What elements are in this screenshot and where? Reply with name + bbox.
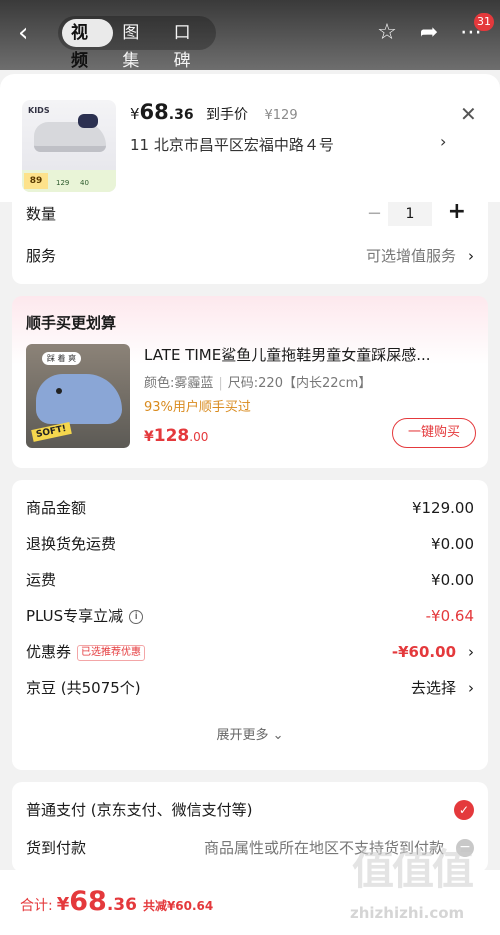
delivery-address[interactable]: 11 北京市昌平区宏福中路４号 <box>130 134 460 155</box>
top-bar: ‹ 视频 图集 口碑 ☆ ➦ ⋯ 31 <box>0 0 500 71</box>
thumb-value-2: 40 <box>80 179 89 187</box>
total-label: 合计: <box>20 898 53 914</box>
sheet-header: KIDS 89 129 40 ¥68.36 到手价 ¥129 11 北京市昌平区… <box>0 74 500 202</box>
slipper-shape <box>36 374 122 424</box>
original-price: ¥129 <box>264 108 298 123</box>
combo-price-symbol: ¥ <box>144 429 154 445</box>
service-value: 可选增值服务 <box>365 247 456 265</box>
chevron-right-icon[interactable]: › <box>440 132 446 151</box>
plus-label: PLUS专享立减 i <box>26 604 144 628</box>
expand-more-button[interactable]: 展开更多 ⌄ <box>12 724 488 743</box>
plus-icon[interactable]: + <box>448 200 466 224</box>
watermark-logo: 值值值 <box>352 845 474 894</box>
spec-separator: | <box>218 376 223 391</box>
cod-label: 货到付款 <box>26 839 87 857</box>
media-tabs: 视频 图集 口碑 <box>58 16 216 71</box>
thumb-score: 89 <box>24 173 48 189</box>
payment-normal-label: 普通支付 (京东支付、微信支付等) <box>26 801 253 819</box>
combo-spec: 颜色:雾霾蓝 | 尺码:220【内长22cm】 <box>144 372 371 391</box>
jingdou-value: 去选择 <box>410 679 456 697</box>
summary-value: ¥0.00 <box>431 535 474 553</box>
coupon-value: -¥60.00 <box>391 643 456 661</box>
tab-video[interactable]: 视频 <box>62 19 114 71</box>
message-badge: 31 <box>474 13 494 31</box>
order-sheet: KIDS 89 129 40 ¥68.36 到手价 ¥129 11 北京市昌平区… <box>0 74 500 935</box>
info-icon[interactable]: i <box>129 609 144 624</box>
summary-row: 商品金额 ¥129.00 <box>26 496 474 520</box>
price-row: ¥68.36 到手价 ¥129 <box>130 100 298 124</box>
combo-percent: 93%用户顺手买过 <box>144 400 251 415</box>
plus-label-text: PLUS专享立减 <box>26 607 124 625</box>
combo-size: 尺码:220【内长22cm】 <box>227 376 372 391</box>
total-integer: 68 <box>69 886 107 917</box>
plus-discount-row: PLUS专享立减 i -¥0.64 <box>26 604 474 628</box>
summary-row: 运费 ¥0.00 <box>26 568 474 592</box>
service-label: 服务 <box>26 247 57 265</box>
total-symbol: ¥ <box>56 894 70 915</box>
price-integer: 68 <box>139 100 169 124</box>
product-thumbnail[interactable]: KIDS 89 129 40 <box>22 100 116 192</box>
quantity-input[interactable]: 1 <box>388 202 432 226</box>
combo-title: 顺手买更划算 <box>26 314 117 332</box>
combo-price-decimal: .00 <box>189 430 209 444</box>
plus-discount-value: -¥0.64 <box>425 607 474 625</box>
share-icon[interactable]: ➦ <box>416 20 442 46</box>
chevron-right-icon: › <box>468 643 474 661</box>
minus-icon[interactable]: − <box>367 202 382 226</box>
combo-product-image[interactable]: 踩 着 爽 SOFT! <box>26 344 130 448</box>
total-price: 合计: ¥68.36 共减¥60.64 <box>20 886 213 917</box>
watermark: 值值值 zhizhizhi.com <box>350 832 500 932</box>
slipper-eye <box>56 388 62 394</box>
price-label: 到手价 <box>206 107 249 123</box>
service-row[interactable]: 服务 可选增值服务 › <box>26 244 474 268</box>
chevron-right-icon: › <box>468 679 474 697</box>
summary-label: 退换货免运费 <box>26 535 117 553</box>
chevron-right-icon: › <box>468 247 474 265</box>
quantity-label: 数量 <box>26 205 57 223</box>
price-symbol: ¥ <box>130 105 140 123</box>
tab-reviews[interactable]: 口碑 <box>165 19 216 71</box>
quantity-row: 数量 − 1 + <box>26 200 474 226</box>
back-icon[interactable]: ‹ <box>18 18 40 48</box>
combo-price: ¥128.00 <box>144 426 208 446</box>
coupon-row[interactable]: 优惠券 已选推荐优惠 -¥60.00 › <box>26 640 474 664</box>
tab-gallery[interactable]: 图集 <box>113 19 164 71</box>
close-icon[interactable]: ✕ <box>460 102 477 126</box>
combo-price-integer: 128 <box>153 426 190 446</box>
thumb-brand: KIDS <box>28 106 50 115</box>
quantity-service-card: 数量 − 1 + 服务 可选增值服务 › <box>12 200 488 284</box>
coupon-label: 优惠券 已选推荐优惠 <box>26 640 146 664</box>
total-saved: 共减¥60.64 <box>142 899 214 913</box>
summary-row: 退换货免运费 ¥0.00 <box>26 532 474 556</box>
shoe-image <box>34 114 106 152</box>
summary-value: ¥129.00 <box>411 499 474 517</box>
total-decimal: .36 <box>106 895 137 915</box>
chevron-down-icon: ⌄ <box>272 728 284 743</box>
thumb-value-1: 129 <box>56 179 70 187</box>
expand-more-label: 展开更多 <box>216 728 269 743</box>
summary-value: ¥0.00 <box>431 571 474 589</box>
price-summary-card: 商品金额 ¥129.00 退换货免运费 ¥0.00 运费 ¥0.00 PLUS专… <box>12 480 488 770</box>
check-icon[interactable]: ✓ <box>454 800 474 820</box>
combo-card: 顺手买更划算 踩 着 爽 SOFT! LATE TIME鲨鱼儿童拖鞋男童女童踩屎… <box>12 296 488 468</box>
star-icon[interactable]: ☆ <box>374 20 400 46</box>
payment-normal-row[interactable]: 普通支付 (京东支付、微信支付等) ✓ <box>26 798 474 822</box>
jingdou-label: 京豆 (共5075个) <box>26 679 141 697</box>
coupon-tag: 已选推荐优惠 <box>77 644 146 661</box>
combo-image-bubble: 踩 着 爽 <box>42 352 82 365</box>
one-click-buy-button[interactable]: 一键购买 <box>392 418 476 448</box>
combo-color: 颜色:雾霾蓝 <box>144 376 214 391</box>
coupon-label-text: 优惠券 <box>26 643 72 661</box>
combo-product-name[interactable]: LATE TIME鲨鱼儿童拖鞋男童女童踩屎感... <box>144 344 466 365</box>
summary-label: 运费 <box>26 571 57 589</box>
combo-image-tag: SOFT! <box>31 422 72 442</box>
summary-label: 商品金额 <box>26 499 87 517</box>
watermark-url: zhizhizhi.com <box>350 904 465 922</box>
jingdou-row[interactable]: 京豆 (共5075个) 去选择 › <box>26 676 474 700</box>
price-decimal: .36 <box>168 107 194 123</box>
